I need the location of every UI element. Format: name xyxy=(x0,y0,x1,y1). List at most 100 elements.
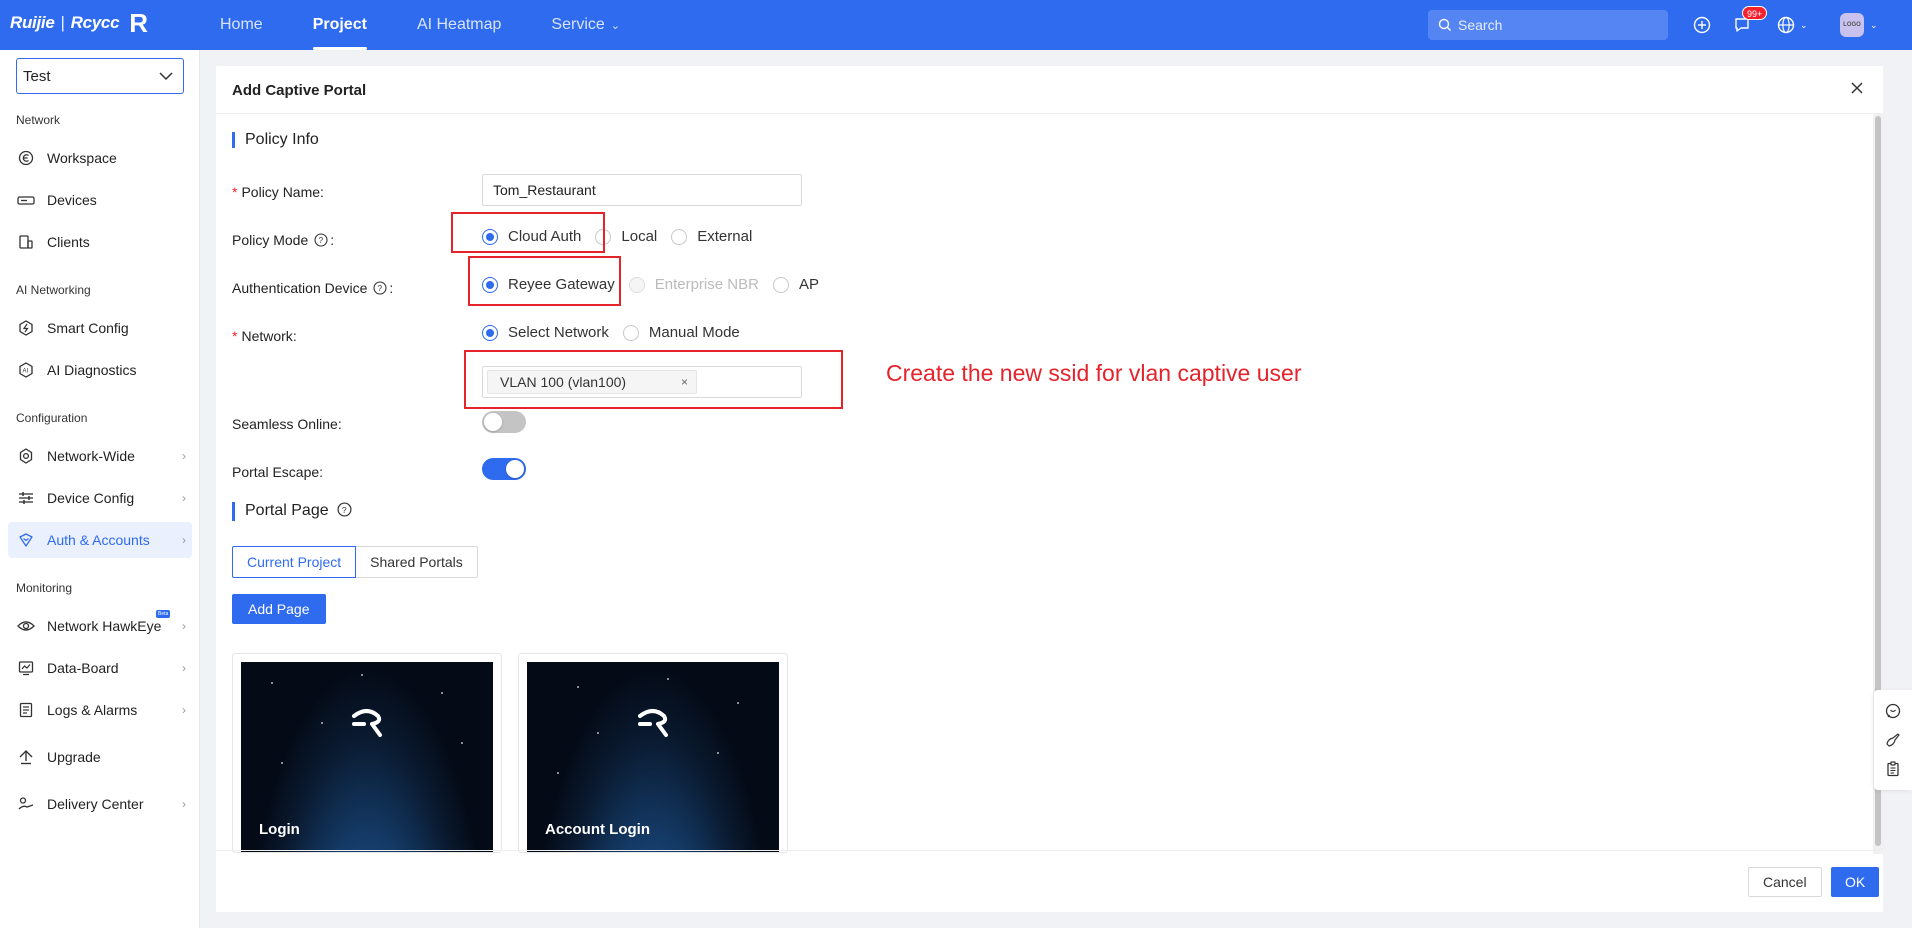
upgrade-icon xyxy=(17,748,35,766)
project-select[interactable]: Test xyxy=(16,58,184,94)
eye-icon xyxy=(17,617,35,635)
svg-text:?: ? xyxy=(319,236,324,245)
avatar-text: LOGO xyxy=(1843,22,1861,28)
chevron-right-icon: › xyxy=(182,533,186,547)
sidebar-item-ai-diagnostics[interactable]: AI AI Diagnostics xyxy=(8,352,192,388)
section-policy-info-label: Policy Info xyxy=(245,131,319,148)
close-icon[interactable] xyxy=(1847,78,1867,98)
ok-button[interactable]: OK xyxy=(1831,867,1880,897)
tab-label: Shared Portals xyxy=(370,554,463,570)
network-label: * Network: xyxy=(232,328,297,344)
sidebar-item-devices[interactable]: Devices xyxy=(8,182,192,218)
radio-dot xyxy=(671,228,688,245)
radio-dot xyxy=(772,276,789,293)
radio-enterprise-nbr[interactable]: Enterprise NBR xyxy=(628,276,759,293)
seamless-online-label-text: Seamless Online xyxy=(232,416,338,432)
help-icon[interactable]: ? xyxy=(373,281,387,298)
radio-dot xyxy=(482,324,498,341)
sidebar-item-auth-accounts[interactable]: Auth & Accounts › xyxy=(8,522,192,558)
notification-badge: 99+ xyxy=(1742,6,1768,20)
sidebar-item-clients[interactable]: Clients xyxy=(8,224,192,260)
sliders-icon xyxy=(17,489,35,507)
svg-text:?: ? xyxy=(378,284,383,293)
seamless-online-switch[interactable] xyxy=(482,411,526,433)
sidebar-item-logs-alarms[interactable]: Logs & Alarms › xyxy=(8,692,192,728)
auth-device-label-text: Authentication Device xyxy=(232,280,368,296)
radio-select-network[interactable]: Select Network xyxy=(482,324,609,341)
add-circle-icon[interactable] xyxy=(1690,13,1714,37)
message-icon[interactable]: 99+ xyxy=(1730,6,1768,37)
delivery-icon xyxy=(17,795,35,813)
nav-project[interactable]: Project xyxy=(288,0,392,50)
help-icon[interactable]: ? xyxy=(337,502,352,521)
portal-card-login[interactable]: Login xyxy=(232,653,502,853)
required-mark: * xyxy=(232,328,238,344)
search-input[interactable] xyxy=(1458,17,1658,33)
sidebar-section-ai-networking: AI Networking xyxy=(16,283,91,297)
section-portal-page-label: Portal Page xyxy=(245,502,329,519)
clipboard-icon[interactable] xyxy=(1884,760,1902,778)
policy-name-input[interactable] xyxy=(482,174,802,206)
portal-card-caption: Login xyxy=(259,821,300,838)
sidebar-item-label: Device Config xyxy=(47,490,135,506)
nav-home[interactable]: Home xyxy=(195,0,288,50)
portal-escape-switch[interactable] xyxy=(482,458,526,480)
feedback-icon[interactable] xyxy=(1884,731,1902,749)
sidebar-item-label: Devices xyxy=(47,192,97,208)
project-select-value: Test xyxy=(23,67,51,85)
portal-card-account-login[interactable]: Account Login xyxy=(518,653,788,853)
sidebar-item-device-config[interactable]: Device Config › xyxy=(8,480,192,516)
sidebar-section-monitoring: Monitoring xyxy=(16,581,73,595)
sidebar-item-label: Clients xyxy=(47,234,90,250)
sidebar-item-delivery-center[interactable]: Delivery Center › xyxy=(8,786,192,822)
portal-thumbnail: Login xyxy=(241,662,493,852)
sidebar-item-network-wide[interactable]: Network-Wide › xyxy=(8,438,192,474)
network-label-text: Network xyxy=(241,328,293,344)
policy-mode-label-text: Policy Mode xyxy=(232,232,309,248)
chevron-down-icon: ⌄ xyxy=(1870,20,1878,30)
brand-name: Ruijie xyxy=(10,13,55,32)
sidebar-item-label: Logs & Alarms xyxy=(47,702,138,718)
annotation-box-network xyxy=(464,350,843,409)
cancel-button[interactable]: Cancel xyxy=(1748,867,1822,897)
sidebar-item-label: Network HawkEye xyxy=(47,618,162,634)
brand-logo[interactable]: Ruijie | Rcycc R xyxy=(10,10,148,36)
portal-logo-icon xyxy=(352,709,382,737)
sidebar-item-workspace[interactable]: Workspace xyxy=(8,140,192,176)
add-page-button[interactable]: Add Page xyxy=(232,594,326,624)
portal-logo-icon xyxy=(638,709,668,737)
radio-label: Select Network xyxy=(508,324,609,341)
annotation-box-auth-device xyxy=(468,256,621,306)
radio-manual-mode[interactable]: Manual Mode xyxy=(622,324,740,341)
sidebar-item-data-board[interactable]: Data-Board › xyxy=(8,650,192,686)
radio-dot xyxy=(622,324,639,341)
radio-ap[interactable]: AP xyxy=(772,276,819,293)
nav-ai-heatmap[interactable]: AI Heatmap xyxy=(392,0,526,50)
portal-thumbnail: Account Login xyxy=(527,662,779,852)
nav-service[interactable]: Service ⌄ xyxy=(526,0,645,50)
beta-badge: Beta xyxy=(156,610,171,618)
tab-current-project[interactable]: Current Project xyxy=(232,546,357,578)
chat-support-icon[interactable] xyxy=(1884,702,1902,720)
ai-diagnostics-icon: AI xyxy=(17,361,35,379)
gear-icon xyxy=(17,447,35,465)
globe-icon[interactable] xyxy=(1774,13,1798,37)
radio-label: AP xyxy=(798,276,819,293)
chevron-right-icon: › xyxy=(182,491,186,505)
sidebar-item-network-hawkeye[interactable]: Network HawkEye Beta › xyxy=(8,608,192,644)
radio-external[interactable]: External xyxy=(671,228,752,245)
global-search[interactable] xyxy=(1428,10,1668,40)
help-icon[interactable]: ? xyxy=(314,233,328,250)
tab-shared-portals[interactable]: Shared Portals xyxy=(356,546,478,578)
auth-device-label: Authentication Device?: xyxy=(232,280,394,298)
search-icon xyxy=(1438,18,1451,31)
clients-icon xyxy=(17,233,35,251)
brand-sub: Rcycc xyxy=(70,13,120,32)
dialog-footer: Cancel OK xyxy=(216,850,1883,912)
policy-mode-label: Policy Mode?: xyxy=(232,232,335,250)
sidebar-item-smart-config[interactable]: Smart Config xyxy=(8,310,192,346)
portal-source-tabs: Current Project Shared Portals xyxy=(232,546,478,578)
sidebar-item-upgrade[interactable]: Upgrade xyxy=(8,739,192,775)
avatar[interactable]: LOGO xyxy=(1840,13,1864,37)
shield-icon xyxy=(17,531,35,549)
